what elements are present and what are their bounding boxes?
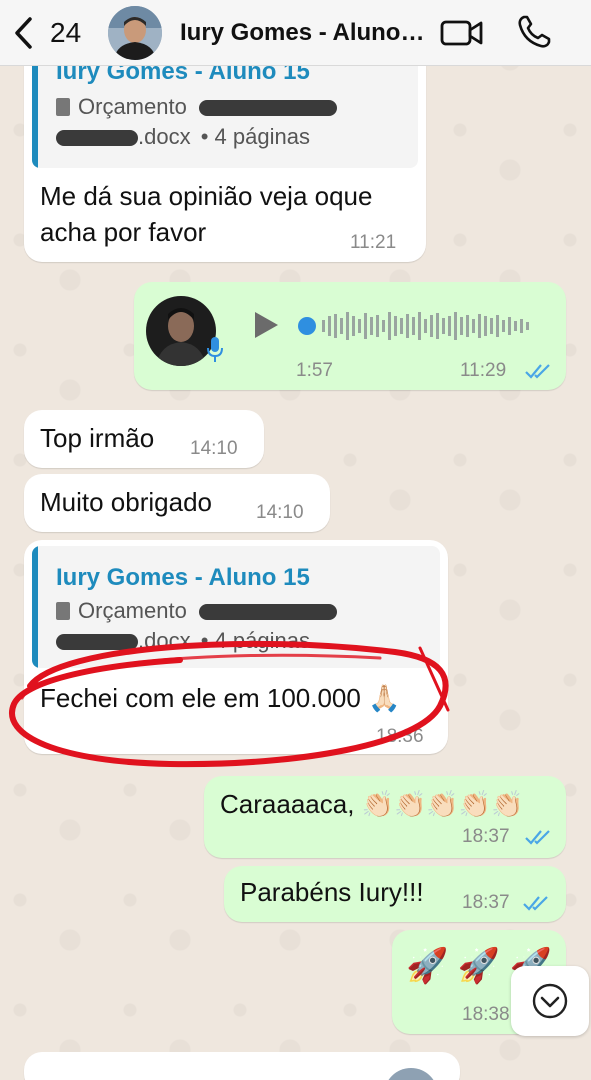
- quoted-document-line2: .docx • 4 páginas: [56, 628, 310, 654]
- play-icon[interactable]: [252, 310, 280, 340]
- voice-message-bubble[interactable]: 1:57 11:29: [134, 282, 566, 390]
- redacted-text: [198, 604, 337, 621]
- message-text: Caraaaaca, 👏🏻👏🏻👏🏻👏🏻👏🏻: [220, 789, 524, 819]
- back-unread-count[interactable]: 24: [50, 16, 81, 50]
- chat-header: 24 Iury Gomes - Aluno 15: [0, 0, 591, 66]
- chevron-down-icon: [532, 983, 568, 1019]
- quoted-document-line1: Orçamento: [56, 598, 337, 624]
- redacted-text: [56, 634, 138, 651]
- message-text: Top irmão: [40, 423, 155, 453]
- message-bubble-outgoing[interactable]: Caraaaaca, 👏🏻👏🏻👏🏻👏🏻👏🏻 18:37: [204, 776, 566, 858]
- audio-waveform[interactable]: [298, 306, 542, 346]
- message-time: 14:10: [190, 438, 238, 459]
- double-check-icon: [525, 364, 550, 379]
- quoted-document-line2: .docx • 4 páginas: [56, 124, 310, 150]
- message-bubble-incoming[interactable]: Iury Gomes - Aluno 15 Orçamento .docx • …: [24, 540, 448, 754]
- quoted-sender-name: Iury Gomes - Aluno 15: [56, 564, 310, 591]
- message-time: 11:29: [460, 360, 507, 381]
- message-time: 18:37: [462, 826, 510, 847]
- avatar: [384, 1068, 438, 1080]
- document-icon: [56, 602, 70, 620]
- double-check-icon: [525, 830, 550, 845]
- quote-accent-bar: [32, 546, 38, 668]
- redacted-text: [56, 130, 138, 147]
- video-camera-icon[interactable]: [440, 17, 484, 49]
- message-time: 18:37: [462, 892, 510, 913]
- message-text: Me dá sua opinião veja oque: [40, 181, 373, 211]
- voice-duration: 1:57: [296, 360, 333, 381]
- message-bubble-incoming[interactable]: Iury Gomes - Aluno 15 Orçamento .docx • …: [24, 40, 426, 262]
- message-bubble-outgoing[interactable]: Parabéns Iury!!! 18:37: [224, 866, 566, 922]
- phone-icon[interactable]: [516, 14, 552, 50]
- redacted-text: [198, 100, 337, 117]
- message-time: 11:21: [350, 232, 397, 253]
- message-time: 14:10: [256, 502, 304, 523]
- message-text: Muito obrigado: [40, 487, 212, 517]
- avatar[interactable]: [108, 6, 162, 60]
- chevron-left-icon[interactable]: [12, 16, 36, 50]
- contact-name[interactable]: Iury Gomes - Aluno 15: [180, 18, 426, 48]
- message-time: 18:36: [376, 726, 424, 747]
- message-text: acha por favor: [40, 217, 207, 247]
- message-text: Fechei com ele em 100.000 🙏🏻: [40, 683, 401, 713]
- document-icon: [56, 98, 70, 116]
- message-bubble-incoming-partial[interactable]: [24, 1052, 460, 1080]
- scroll-to-bottom-button[interactable]: [511, 966, 589, 1036]
- quoted-message[interactable]: Iury Gomes - Aluno 15 Orçamento .docx • …: [32, 546, 440, 668]
- message-time: 18:38: [462, 1004, 510, 1025]
- message-bubble-incoming[interactable]: Muito obrigado 14:10: [24, 474, 330, 532]
- double-check-icon: [523, 896, 548, 911]
- quoted-document-line1: Orçamento: [56, 94, 337, 120]
- message-text: Parabéns Iury!!!: [240, 877, 424, 907]
- message-bubble-incoming[interactable]: Top irmão 14:10: [24, 410, 264, 468]
- microphone-icon: [207, 337, 223, 362]
